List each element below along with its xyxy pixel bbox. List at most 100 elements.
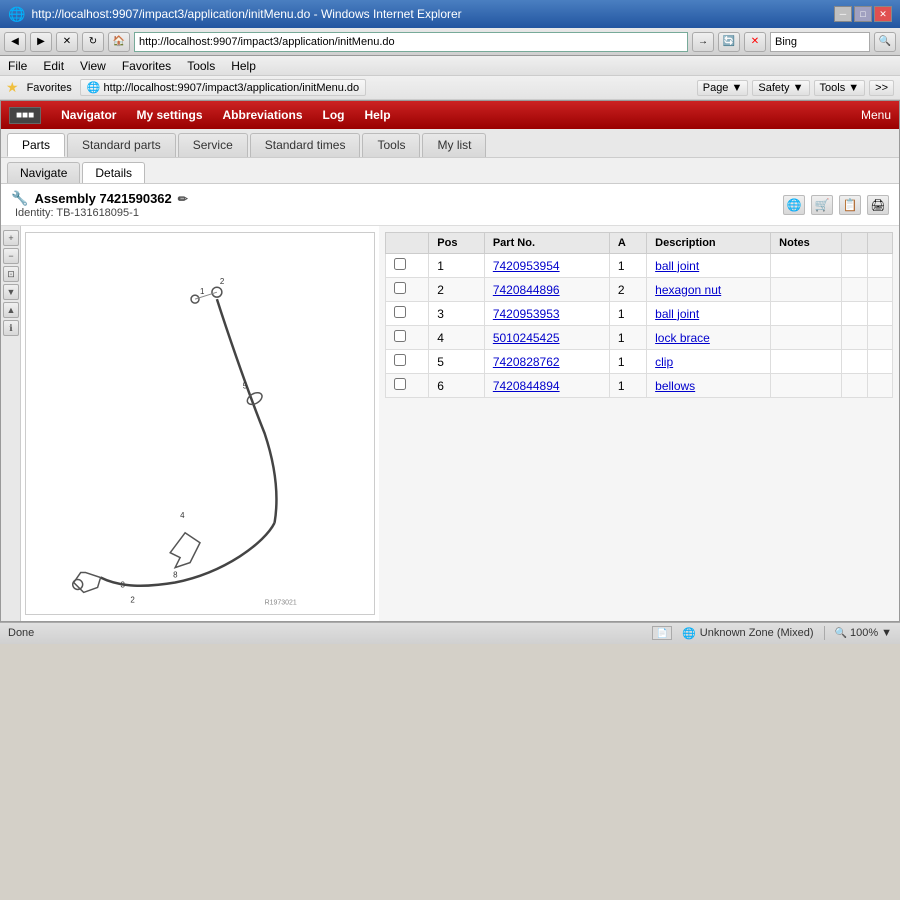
row-check-3[interactable] [394, 330, 406, 342]
row-description[interactable]: ball joint [647, 302, 771, 326]
app-navbar: ■■■ Navigator My settings Abbreviations … [1, 101, 899, 129]
tab-standard-parts[interactable]: Standard parts [67, 133, 176, 157]
zoom-control[interactable]: 🔍 100% ▼ [835, 627, 892, 639]
search-button[interactable]: 🔍 [874, 32, 896, 52]
row-pos: 2 [429, 278, 485, 302]
next-button[interactable]: ▼ [3, 284, 19, 300]
zoom-in-button[interactable]: + [3, 230, 19, 246]
divider [824, 626, 825, 640]
row-checkbox[interactable] [386, 374, 429, 398]
row-checkbox[interactable] [386, 326, 429, 350]
more-button[interactable]: >> [869, 80, 894, 96]
edit-icon[interactable]: ✏ [178, 192, 188, 206]
row-extra2 [867, 326, 892, 350]
row-checkbox[interactable] [386, 350, 429, 374]
print-tool-icon[interactable]: 🖨 [867, 195, 889, 215]
subtab-details[interactable]: Details [82, 162, 145, 183]
assembly-title: Assembly 7421590362 [34, 191, 171, 206]
security-zone: 🌐 Unknown Zone (Mixed) [682, 627, 813, 640]
menu-favorites[interactable]: Favorites [122, 59, 171, 73]
col-partno: Part No. [484, 233, 609, 254]
browser-toolbar: ◀ ▶ ✕ ↻ 🏠 → 🔄 ✕ 🔍 [0, 28, 900, 56]
menu-view[interactable]: View [80, 59, 106, 73]
row-check-4[interactable] [394, 354, 406, 366]
refresh-icon[interactable]: 🔄 [718, 32, 740, 52]
row-description[interactable]: ball joint [647, 254, 771, 278]
safety-button[interactable]: Safety ▼ [752, 80, 809, 96]
row-check-2[interactable] [394, 306, 406, 318]
tab-parts[interactable]: Parts [7, 133, 65, 157]
fit-button[interactable]: ⊡ [3, 266, 19, 282]
maximize-button[interactable]: □ [854, 6, 872, 22]
address-bar[interactable] [134, 32, 688, 52]
row-description[interactable]: bellows [647, 374, 771, 398]
favorites-label[interactable]: Favorites [27, 82, 72, 94]
tab-tools[interactable]: Tools [362, 133, 420, 157]
nav-abbreviations[interactable]: Abbreviations [223, 108, 303, 122]
row-checkbox[interactable] [386, 254, 429, 278]
row-description[interactable]: clip [647, 350, 771, 374]
info-button[interactable]: ℹ [3, 320, 19, 336]
row-partno[interactable]: 7420844896 [484, 278, 609, 302]
row-checkbox[interactable] [386, 302, 429, 326]
zoom-out-button[interactable]: − [3, 248, 19, 264]
menu-edit[interactable]: Edit [43, 59, 64, 73]
nav-my-settings[interactable]: My settings [136, 108, 202, 122]
tools-button[interactable]: Tools ▼ [814, 80, 866, 96]
row-partno[interactable]: 7420953953 [484, 302, 609, 326]
status-bar: Done 📄 🌐 Unknown Zone (Mixed) 🔍 100% ▼ [0, 622, 900, 644]
row-check-5[interactable] [394, 378, 406, 390]
row-partno[interactable]: 5010245425 [484, 326, 609, 350]
row-description[interactable]: hexagon nut [647, 278, 771, 302]
tab-my-list[interactable]: My list [422, 133, 486, 157]
parts-table: Pos Part No. A Description Notes 1 74209… [385, 232, 893, 398]
forward-button[interactable]: ▶ [30, 32, 52, 52]
app-container: ■■■ Navigator My settings Abbreviations … [0, 100, 900, 622]
row-partno[interactable]: 7420953954 [484, 254, 609, 278]
minimize-button[interactable]: ─ [834, 6, 852, 22]
prev-button[interactable]: ▲ [3, 302, 19, 318]
search-input[interactable] [770, 32, 870, 52]
assembly-tools: 🌐 🛒 📋 🖨 [783, 195, 889, 215]
menubar: File Edit View Favorites Tools Help [0, 56, 900, 76]
stop-icon[interactable]: ✕ [744, 32, 766, 52]
favorites-toolbar-right: Page ▼ Safety ▼ Tools ▼ >> [697, 80, 894, 96]
menu-file[interactable]: File [8, 59, 27, 73]
close-button[interactable]: ✕ [874, 6, 892, 22]
refresh-button[interactable]: ↻ [82, 32, 104, 52]
subtab-navigate[interactable]: Navigate [7, 162, 80, 183]
nav-menu[interactable]: Menu [861, 108, 891, 122]
row-check-1[interactable] [394, 282, 406, 294]
nav-help[interactable]: Help [365, 108, 391, 122]
stop-button[interactable]: ✕ [56, 32, 78, 52]
favorites-link[interactable]: 🌐 http://localhost:9907/impact3/applicat… [80, 79, 366, 96]
svg-text:5: 5 [243, 382, 248, 391]
row-pos: 1 [429, 254, 485, 278]
titlebar-controls: ─ □ ✕ [834, 6, 892, 22]
page-button[interactable]: Page ▼ [697, 80, 749, 96]
row-extra2 [867, 278, 892, 302]
nav-navigator[interactable]: Navigator [61, 108, 116, 122]
row-description[interactable]: lock brace [647, 326, 771, 350]
row-pos: 5 [429, 350, 485, 374]
back-button[interactable]: ◀ [4, 32, 26, 52]
home-button[interactable]: 🏠 [108, 32, 130, 52]
row-partno[interactable]: 7420844894 [484, 374, 609, 398]
row-checkbox[interactable] [386, 278, 429, 302]
menu-tools[interactable]: Tools [187, 59, 215, 73]
row-check-0[interactable] [394, 258, 406, 270]
copy-tool-icon[interactable]: 📋 [839, 195, 861, 215]
menu-help[interactable]: Help [231, 59, 256, 73]
tab-standard-times[interactable]: Standard times [250, 133, 361, 157]
nav-log[interactable]: Log [323, 108, 345, 122]
cart-tool-icon[interactable]: 🛒 [811, 195, 833, 215]
globe-tool-icon[interactable]: 🌐 [783, 195, 805, 215]
svg-text:R1973021: R1973021 [265, 599, 297, 606]
row-extra2 [867, 254, 892, 278]
assembly-title-row: 🔧 Assembly 7421590362 ✏ [11, 190, 188, 207]
tab-service[interactable]: Service [178, 133, 248, 157]
row-partno[interactable]: 7420828762 [484, 350, 609, 374]
go-button[interactable]: → [692, 32, 714, 52]
row-pos: 3 [429, 302, 485, 326]
main-split: + − ⊡ ▼ ▲ ℹ 1 2 [1, 226, 899, 621]
